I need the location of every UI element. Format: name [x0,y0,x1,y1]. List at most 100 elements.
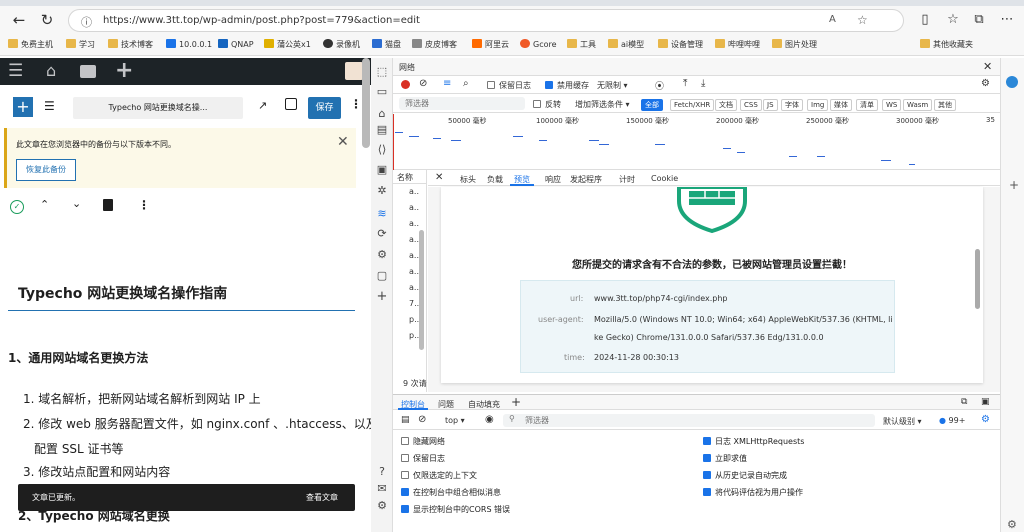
bookmark-item[interactable]: 设备管理 [658,39,703,50]
request-row[interactable]: a.. [409,187,419,196]
document-title-bar[interactable]: Typecho 网站更换域名操... [73,97,243,119]
tab-timing[interactable]: 计时 [619,174,635,185]
menu-icon[interactable]: ☰ [8,61,23,81]
back-icon[interactable]: ← [8,10,30,30]
copilot-icon[interactable] [1006,76,1018,88]
option-preserve-log[interactable]: 保留日志 [401,453,445,464]
comments-icon[interactable] [80,65,96,78]
request-row[interactable]: a.. [409,235,419,244]
option-autocomplete-history[interactable]: 从历史记录自动完成 [703,470,787,481]
request-row[interactable]: p.. [409,315,419,324]
tab-headers[interactable]: 标头 [460,174,476,185]
view-post-link[interactable]: 查看文章 [306,492,338,503]
option-cors-errors[interactable]: 显示控制台中的CORS 错误 [401,504,510,515]
section-heading[interactable]: 1、通用网站域名更换方法 [8,349,148,366]
request-row[interactable]: a.. [409,251,419,260]
welcome-icon[interactable]: ⌂ [376,108,388,120]
sidebar-toggle-icon[interactable]: ▤ [401,415,410,425]
preserve-log-checkbox[interactable]: 保留日志 [487,80,531,91]
filter-input[interactable]: 筛选器 [399,97,525,110]
filter-toggle-icon[interactable]: ≡ [443,78,451,89]
tab-response[interactable]: 响应 [545,174,561,185]
filter-chip[interactable]: 清单 [856,99,878,111]
tab-cookie[interactable]: Cookie [651,174,678,183]
filter-chip[interactable]: Fetch/XHR [670,99,715,111]
options-menu-icon[interactable]: ⋮ [350,97,362,111]
issues-badge[interactable]: ● 99+ [939,416,965,425]
clipboard-icon[interactable] [103,199,113,211]
network-settings-icon[interactable]: ⚙ [981,78,990,89]
option-eager-eval[interactable]: 立即求值 [703,453,747,464]
option-selected-context[interactable]: 仅限选定的上下文 [401,470,477,481]
split-screen-icon[interactable]: ▯ [914,10,936,30]
timeline-overview[interactable]: 50000 毫秒 100000 毫秒 150000 毫秒 200000 毫秒 2… [393,114,1000,170]
elements-icon[interactable]: ▤ [376,124,388,136]
option-group-similar[interactable]: 在控制台中组合相似消息 [401,487,501,498]
bookmark-item[interactable]: 录像机 [323,39,360,50]
filter-chip[interactable]: 其他 [934,99,956,111]
request-row[interactable]: a.. [409,283,419,292]
document-overview-icon[interactable]: ☰ [44,99,55,113]
settings-sidebar-icon[interactable] [285,98,297,110]
move-up-icon[interactable]: ⌃ [40,198,49,211]
filter-chip-all[interactable]: 全部 [641,99,663,111]
close-drawer-icon[interactable]: ▣ [981,397,990,407]
move-down-icon[interactable]: ⌄ [72,197,81,210]
network-icon[interactable]: ≋ [376,208,388,220]
block-more-icon[interactable]: ⋮ [138,198,150,212]
option-user-activation[interactable]: 将代码评估视为用户操作 [703,487,803,498]
device-icon[interactable]: ▭ [376,86,388,98]
avatar[interactable] [345,62,363,80]
restore-backup-button[interactable]: 恢复此备份 [16,159,76,181]
favorite-star-icon[interactable]: ☆ [857,13,868,27]
more-tools-icon[interactable]: + [376,290,388,303]
filter-chip[interactable]: WS [882,99,902,111]
invert-checkbox[interactable]: 反转 [533,99,561,110]
request-row[interactable]: a.. [409,267,419,276]
tab-payload[interactable]: 负载 [487,174,503,185]
home-icon[interactable]: ⌂ [46,61,56,80]
filter-chip[interactable]: 字体 [781,99,803,111]
console-filter-input[interactable]: ⚲ 筛选器 [503,414,875,427]
feedback-icon[interactable]: ✉ [376,483,388,495]
application-icon[interactable]: ▢ [376,270,388,282]
address-bar[interactable]: ⓘ https://www.3tt.top/wp-admin/post.php?… [68,9,904,32]
throttle-select[interactable]: 无限制 ▾ [597,80,628,91]
list-item[interactable]: 配置 SSL 证书等 [34,440,124,457]
save-button[interactable]: 保存 [308,97,341,119]
network-conditions-icon[interactable]: ⦿ [655,79,664,92]
tab-autofill[interactable]: 自动填充 [468,399,500,410]
context-select[interactable]: top ▾ [445,416,465,425]
bookmark-item[interactable]: Gcore [520,39,557,49]
console-icon[interactable]: ▣ [376,164,388,176]
favorites-icon[interactable]: ☆ [942,10,964,30]
help-icon[interactable]: ? [376,466,388,478]
bookmark-item[interactable]: 工具 [567,39,596,50]
close-panel-icon[interactable]: ✕ [983,60,992,73]
request-list-scrollbar[interactable] [419,230,424,350]
add-new-icon[interactable]: + [115,58,133,83]
record-icon[interactable] [401,80,410,89]
bookmark-item[interactable]: 哔哩哔哩 [715,39,760,50]
block-type-icon[interactable]: ✓ [10,200,24,214]
settings-icon[interactable]: ⚙ [376,249,388,261]
bookmark-item[interactable]: 蒲公英x1 [264,39,311,50]
add-drawer-tab-icon[interactable]: + [511,395,521,409]
refresh-icon[interactable]: ↻ [36,10,58,30]
log-level-select[interactable]: 默认级别 ▾ [883,416,922,427]
preview-icon[interactable]: ↗ [258,99,267,112]
more-filters-select[interactable]: 增加筛选条件 ▾ [575,99,630,110]
request-row[interactable]: a.. [409,219,419,228]
close-icon[interactable]: ✕ [337,134,349,150]
gear-icon[interactable]: ⚙ [376,500,388,512]
request-row[interactable]: 7.. [409,299,419,308]
request-row[interactable]: p.. [409,331,419,340]
search-icon[interactable]: ⌕ [463,78,469,89]
bookmark-item[interactable]: 免费主机 [8,39,53,50]
add-block-button[interactable]: + [13,97,33,117]
tab-initiator[interactable]: 发起程序 [570,174,602,185]
collections-icon[interactable]: ⧉ [968,10,990,30]
option-hide-network[interactable]: 隐藏网络 [401,436,445,447]
live-expression-icon[interactable]: ◉ [485,414,494,425]
sidebar-settings-icon[interactable]: ⚙ [1007,518,1017,531]
